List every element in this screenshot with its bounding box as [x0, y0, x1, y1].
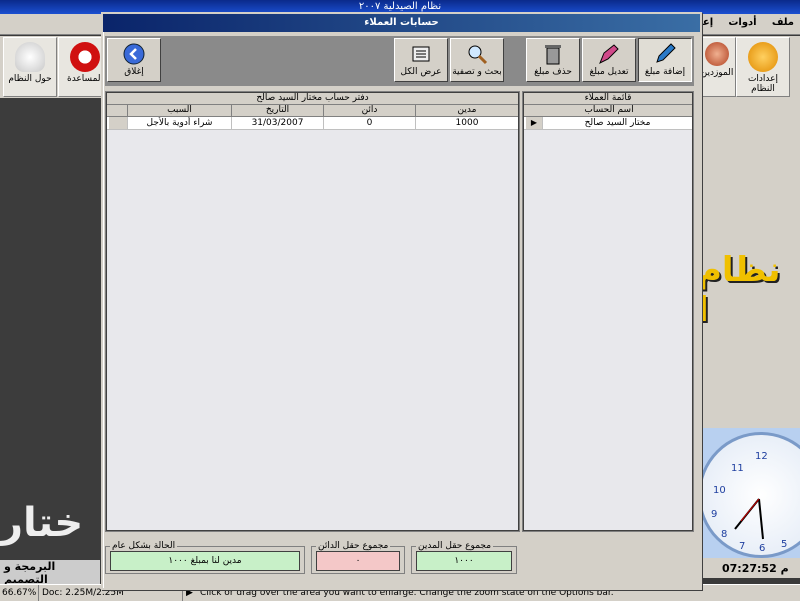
customers-caption: قائمة العملاء	[524, 93, 692, 105]
table-row[interactable]: 1000 0 31/03/2007 شراء أدوية بالأجل	[107, 117, 518, 130]
cell-account-name[interactable]: مختار السيد صالح	[542, 117, 692, 129]
zoom-level[interactable]: 66.67%	[2, 585, 39, 601]
credit-total-label: مجموع حقل الدائن	[318, 541, 389, 551]
credit-total-value: ٠	[316, 551, 400, 571]
debit-total-label: مجموع حقل المدين	[418, 541, 492, 551]
dialog-toolbar: إضافة مبلغ تعديل مبلغ حذف مبلغ بحث و تصف…	[105, 36, 694, 86]
ledger-grid[interactable]: دفتر حساب مختار السيد صالح مدين دائن الت…	[106, 92, 519, 531]
edit-pencil-icon	[599, 44, 619, 65]
edit-amount-button[interactable]: تعديل مبلغ	[582, 38, 636, 82]
svg-text:9: 9	[711, 509, 717, 520]
app-logo-text: نظام ا	[697, 250, 781, 330]
row-selector-header	[109, 105, 127, 116]
digital-time: 07:27:52 م	[698, 560, 798, 578]
add-amount-button[interactable]: إضافة مبلغ	[638, 38, 692, 82]
customers-panel: قائمة العملاء اسم الحساب مختار السيد صال…	[522, 91, 694, 532]
debit-total-value: ١٠٠٠	[416, 551, 512, 571]
col-date[interactable]: التاريخ	[231, 105, 323, 116]
list-box-icon	[412, 46, 430, 62]
brand-logo: ختار البرمجة و التصميم	[0, 500, 100, 586]
col-account-name[interactable]: اسم الحساب	[526, 105, 692, 116]
close-button[interactable]: إغلاق	[107, 38, 161, 82]
svg-text:12: 12	[755, 451, 768, 462]
suppliers-button[interactable]: الموزدين	[698, 37, 736, 97]
svg-text:7: 7	[739, 541, 745, 552]
back-arrow-icon	[123, 43, 145, 65]
overall-status-box: الحالة بشكل عام مدين لنا بمبلغ ١٠٠٠	[105, 541, 305, 581]
svg-text:5: 5	[781, 539, 787, 550]
menu-tools[interactable]: أدوات	[722, 14, 762, 31]
cell-date[interactable]: 31/03/2007	[231, 117, 323, 129]
overall-status-label: الحالة بشكل عام	[112, 541, 176, 551]
svg-text:6: 6	[759, 543, 765, 554]
credit-total-box: مجموع حقل الدائن ٠	[311, 541, 405, 581]
delete-amount-button[interactable]: حذف مبلغ	[526, 38, 580, 82]
ledger-panel: دفتر حساب مختار السيد صالح مدين دائن الت…	[105, 91, 520, 532]
debit-total-box: مجموع حقل المدين ١٠٠٠	[411, 541, 517, 581]
lightbulb-icon	[15, 42, 45, 72]
clock-face-icon: 12 11 10 9 8 7 6 5	[698, 432, 800, 558]
help-lifebuoy-icon	[70, 42, 100, 72]
customers-header: اسم الحساب	[524, 105, 692, 117]
svg-text:11: 11	[731, 463, 744, 474]
gears-icon	[748, 42, 778, 72]
col-debit[interactable]: مدين	[415, 105, 518, 116]
search-icon	[468, 45, 488, 65]
row-pointer-icon[interactable]: ▶	[526, 117, 542, 129]
system-settings-button[interactable]: إعدادات النظام	[736, 37, 790, 97]
search-filter-button[interactable]: بحث و تصفية	[450, 38, 504, 82]
cell-reason[interactable]: شراء أدوية بالأجل	[127, 117, 231, 129]
dialog-title: حسابات العملاء	[103, 14, 700, 32]
cell-credit[interactable]: 0	[323, 117, 415, 129]
cell-debit[interactable]: 1000	[415, 117, 518, 129]
person-icon	[705, 42, 729, 66]
row-selector[interactable]	[109, 117, 127, 129]
ledger-header: مدين دائن التاريخ السبب	[107, 105, 518, 117]
svg-text:8: 8	[721, 529, 727, 540]
menu-file[interactable]: ملف	[766, 14, 800, 31]
about-button[interactable]: حول النظام	[3, 37, 57, 97]
trash-icon	[545, 45, 561, 65]
show-all-button[interactable]: عرض الكل	[394, 38, 448, 82]
overall-status-value: مدين لنا بمبلغ ١٠٠٠	[110, 551, 300, 571]
analog-clock: 12 11 10 9 8 7 6 5	[698, 428, 800, 558]
customer-accounts-dialog: حسابات العملاء إضافة مبلغ تعديل مبلغ حذف…	[101, 12, 702, 590]
col-credit[interactable]: دائن	[323, 105, 415, 116]
list-item[interactable]: مختار السيد صالح ▶	[524, 117, 692, 130]
col-reason[interactable]: السبب	[127, 105, 231, 116]
ledger-caption: دفتر حساب مختار السيد صالح	[107, 93, 518, 105]
customers-grid[interactable]: قائمة العملاء اسم الحساب مختار السيد صال…	[523, 92, 693, 531]
pen-icon	[656, 43, 676, 63]
svg-text:10: 10	[713, 485, 726, 496]
